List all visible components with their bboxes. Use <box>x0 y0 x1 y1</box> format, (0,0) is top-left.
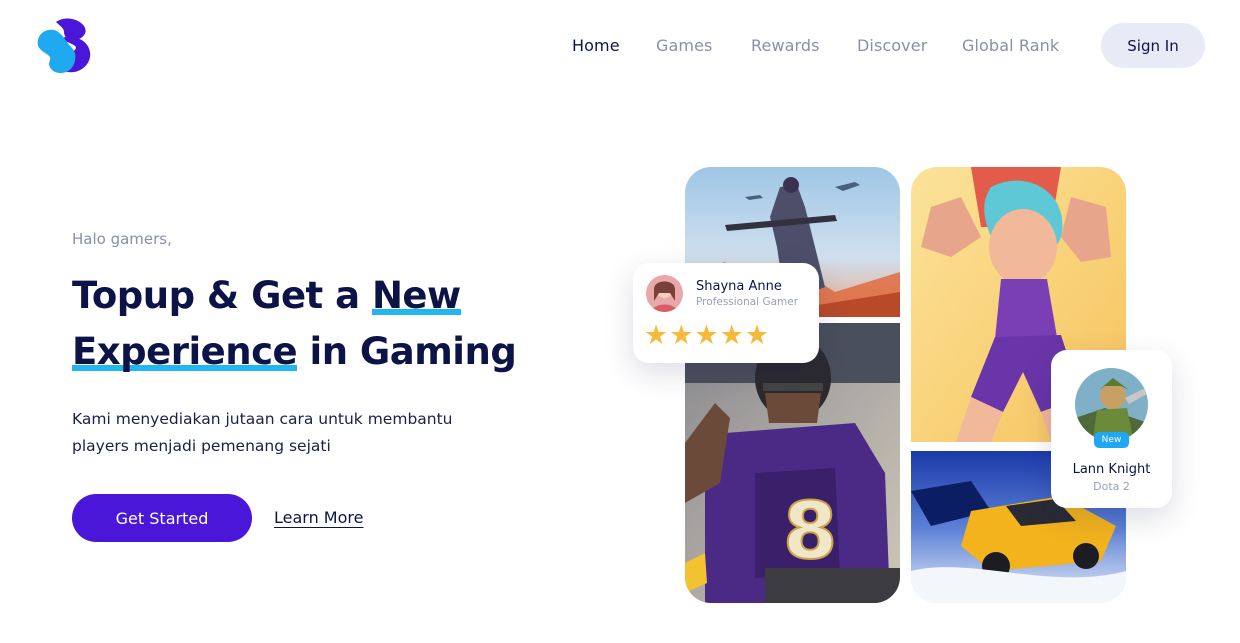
gamer-name: Shayna Anne <box>696 279 782 294</box>
hero-headline: Topup & Get a New Experience in Gaming <box>72 268 552 380</box>
headline-part1: Topup & Get a <box>72 274 372 317</box>
new-badge: New <box>1094 432 1129 448</box>
sign-in-button[interactable]: Sign In <box>1101 23 1205 68</box>
football-player-image: 8 <box>685 323 900 603</box>
player-game: Dota 2 <box>1093 480 1130 493</box>
image-column-left: 8 <box>685 167 900 603</box>
svg-text:8: 8 <box>783 487 837 577</box>
learn-more-link[interactable]: Learn More <box>274 508 363 527</box>
get-started-button[interactable]: Get Started <box>72 494 252 542</box>
player-profile-card[interactable]: New Lann Knight Dota 2 <box>1051 350 1172 508</box>
nav-games[interactable]: Games <box>656 36 712 55</box>
star-rating: ★★★★★ <box>644 320 771 351</box>
s-logo-icon[interactable] <box>34 16 92 76</box>
avatar <box>646 275 683 312</box>
player-name: Lann Knight <box>1072 462 1151 477</box>
nav-rewards[interactable]: Rewards <box>751 36 820 55</box>
headline-part2: in Gaming <box>297 330 517 373</box>
hero-description: Kami menyediakan jutaan cara untuk memba… <box>72 410 453 455</box>
avatar <box>1075 368 1148 441</box>
nav-home[interactable]: Home <box>572 36 620 55</box>
nav-discover[interactable]: Discover <box>857 36 927 55</box>
greeting-text: Halo gamers, <box>72 230 172 248</box>
headline-highlight-new: New <box>371 268 461 324</box>
gamer-profile-card[interactable]: Shayna Anne Professional Gamer ★★★★★ <box>633 263 819 363</box>
gamer-role: Professional Gamer <box>696 296 799 308</box>
headline-highlight-experience: Experience <box>72 324 298 380</box>
nav-global-rank[interactable]: Global Rank <box>962 36 1059 55</box>
